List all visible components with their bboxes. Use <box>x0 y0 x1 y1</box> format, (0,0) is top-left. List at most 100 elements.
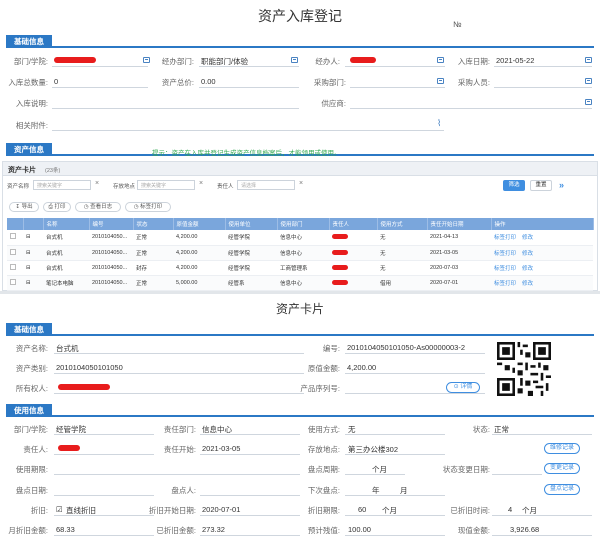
cell-unit: 经管学院 <box>225 230 277 246</box>
cell-amount: 4,200.00 <box>173 230 225 246</box>
card-title: 资产卡片 <box>275 302 324 316</box>
supplier-picker-icon[interactable] <box>585 99 592 105</box>
dept-label: 部门/学院: <box>13 57 48 66</box>
resp-person-redacted-value <box>58 445 80 451</box>
filter-tag-clear-icon[interactable]: × <box>199 180 203 187</box>
state-change-label: 状态变更日期: <box>442 465 490 474</box>
more-filters-icon[interactable]: » <box>559 180 564 190</box>
col-check[interactable] <box>7 218 24 230</box>
row-edit-link[interactable]: 修改 <box>522 235 533 241</box>
col-owner[interactable]: 责任人 <box>329 218 378 230</box>
table-row[interactable]: ⊟ 笔记本电脑 2010104050... 正常 5,000.00 经管系 信息… <box>7 275 593 291</box>
qty-label: 入库总数量: <box>8 78 48 87</box>
depr-period-label: 折旧期限: <box>307 506 340 515</box>
paperclip-icon[interactable]: ⌇ <box>437 118 441 129</box>
state-label: 状态: <box>472 425 490 434</box>
qr-code-icon <box>497 342 551 396</box>
depr-checkbox-icon[interactable]: ☑ <box>56 505 63 514</box>
view-log-button[interactable]: ◷ 查看日志 <box>75 202 121 212</box>
handle-dept-picker-icon[interactable] <box>291 57 298 63</box>
card-amount-value: 4,200.00 <box>347 363 377 372</box>
col-code[interactable]: 编号 <box>89 218 134 230</box>
residual-value: 100.00 <box>348 525 371 534</box>
dept-picker-icon[interactable] <box>143 57 150 63</box>
table-row[interactable]: ⊟ 台式机 2010104050... 正常 4,200.00 经管学院 信息中… <box>7 245 593 261</box>
table-row[interactable]: ⊟ 台式机 2010104050... 正常 4,200.00 经管学院 信息中… <box>7 230 593 246</box>
date-label: 入库日期: <box>457 57 490 66</box>
cell-dept: 信息中心 <box>277 275 329 291</box>
row-tag-print-link[interactable]: 标签打印 <box>494 235 516 241</box>
filter-owner-clear-icon[interactable]: × <box>299 180 303 187</box>
asset-info-section-tag: 资产信息 <box>6 143 52 156</box>
export-button[interactable]: ↧ 导出 <box>9 202 39 212</box>
cell-name: 笔记本电脑 <box>43 275 89 291</box>
form-number-label: № <box>453 20 462 29</box>
card-serial-label: 产品序列号: <box>300 384 340 393</box>
reset-button[interactable]: 重置 <box>530 180 552 191</box>
cell-code: 2010104050... <box>89 275 133 291</box>
col-amount[interactable]: 原值金额 <box>173 218 226 230</box>
row-tag-print-link[interactable]: 标签打印 <box>494 266 516 272</box>
row-edit-link[interactable]: 修改 <box>522 281 533 287</box>
card-detail-button[interactable]: ⊙ 详情 <box>446 382 480 393</box>
filter-button[interactable]: 筛选 <box>503 180 525 191</box>
print-button[interactable]: ⎙ 打印 <box>43 202 71 212</box>
attach-label: 相关附件: <box>15 121 48 130</box>
col-dept[interactable]: 使用部门 <box>277 218 330 230</box>
cell-dept: 信息中心 <box>277 245 329 261</box>
cell-dept: 工商管理系 <box>277 260 329 276</box>
form-title: 资产入库登记 <box>258 8 342 24</box>
accum-depr-value: 273.32 <box>202 525 225 534</box>
accum-depr-label: 已折旧金额: <box>156 526 196 535</box>
card-category-label: 资产类别: <box>15 364 48 373</box>
qty-value: 0 <box>54 77 59 86</box>
change-record-button[interactable]: 变更记录 <box>544 463 580 474</box>
basic-info-section-tag: 基础信息 <box>6 35 52 48</box>
filter-name-clear-icon[interactable]: × <box>95 180 99 187</box>
repair-record-button[interactable]: 维修记录 <box>544 443 580 454</box>
table-row[interactable]: ⊟ 台式机 2010104050... 封存 4,200.00 经管学院 工商管… <box>7 260 593 276</box>
check-record-button[interactable]: 盘点记录 <box>544 484 580 495</box>
depr-start-label: 折旧开始日期: <box>148 506 196 515</box>
col-actions: 操作 <box>491 218 594 230</box>
row-tag-print-link[interactable]: 标签打印 <box>494 281 516 287</box>
handler-picker-icon[interactable] <box>437 57 444 63</box>
net-label: 现值金额: <box>457 526 490 535</box>
use-dept-label: 部门/学院: <box>13 425 48 434</box>
row-edit-link[interactable]: 修改 <box>522 266 533 272</box>
row-edit-link[interactable]: 修改 <box>522 251 533 257</box>
buyer-label: 采购人员: <box>457 78 490 87</box>
card-code-label: 编号: <box>322 344 340 353</box>
card-use-section-tag: 使用信息 <box>6 404 52 417</box>
resp-start-label: 责任开始: <box>163 445 196 454</box>
col-date[interactable]: 责任开始日期 <box>427 218 492 230</box>
cell-mode: 无 <box>377 230 427 246</box>
asset-table-header: 资产卡片 (23条) <box>3 162 597 176</box>
col-name[interactable]: 名称 <box>43 218 90 230</box>
col-unit[interactable]: 使用单位 <box>225 218 278 230</box>
filter-name-label: 资产名称 <box>7 184 30 190</box>
date-value[interactable]: 2021-05-22 <box>496 56 534 65</box>
col-status[interactable]: 状态 <box>133 218 174 230</box>
filter-owner-select[interactable]: 请选择 <box>237 180 295 190</box>
filter-tag-input[interactable]: 搜索关键字 <box>137 180 195 190</box>
tag-print-button[interactable]: ◷ 标签打印 <box>125 202 171 212</box>
card-category-value: 2010104050101050 <box>56 363 123 372</box>
handle-dept-label: 经办部门: <box>161 57 194 66</box>
calendar-icon[interactable] <box>585 57 592 63</box>
purchase-dept-picker-icon[interactable] <box>437 78 444 84</box>
form-tip: 提示：资产在入库并登记生成资产信息档案后，才能领用或使用。 <box>152 150 341 157</box>
filter-name-input[interactable]: 搜索关键字 <box>33 180 91 190</box>
cell-owner <box>329 230 377 246</box>
section-divider <box>0 291 600 294</box>
card-owner-redacted-value <box>58 384 110 390</box>
cell-status: 正常 <box>133 230 173 246</box>
row-tag-print-link[interactable]: 标签打印 <box>494 251 516 257</box>
col-mode[interactable]: 使用方式 <box>377 218 428 230</box>
cell-owner <box>329 245 377 261</box>
asset-table-count: (23条) <box>45 168 61 174</box>
depr-time-label: 已折旧时间: <box>450 506 490 515</box>
filter-tag-label: 存放地点 <box>113 184 136 190</box>
buyer-picker-icon[interactable] <box>585 78 592 84</box>
filter-owner-label: 责任人 <box>217 184 234 190</box>
